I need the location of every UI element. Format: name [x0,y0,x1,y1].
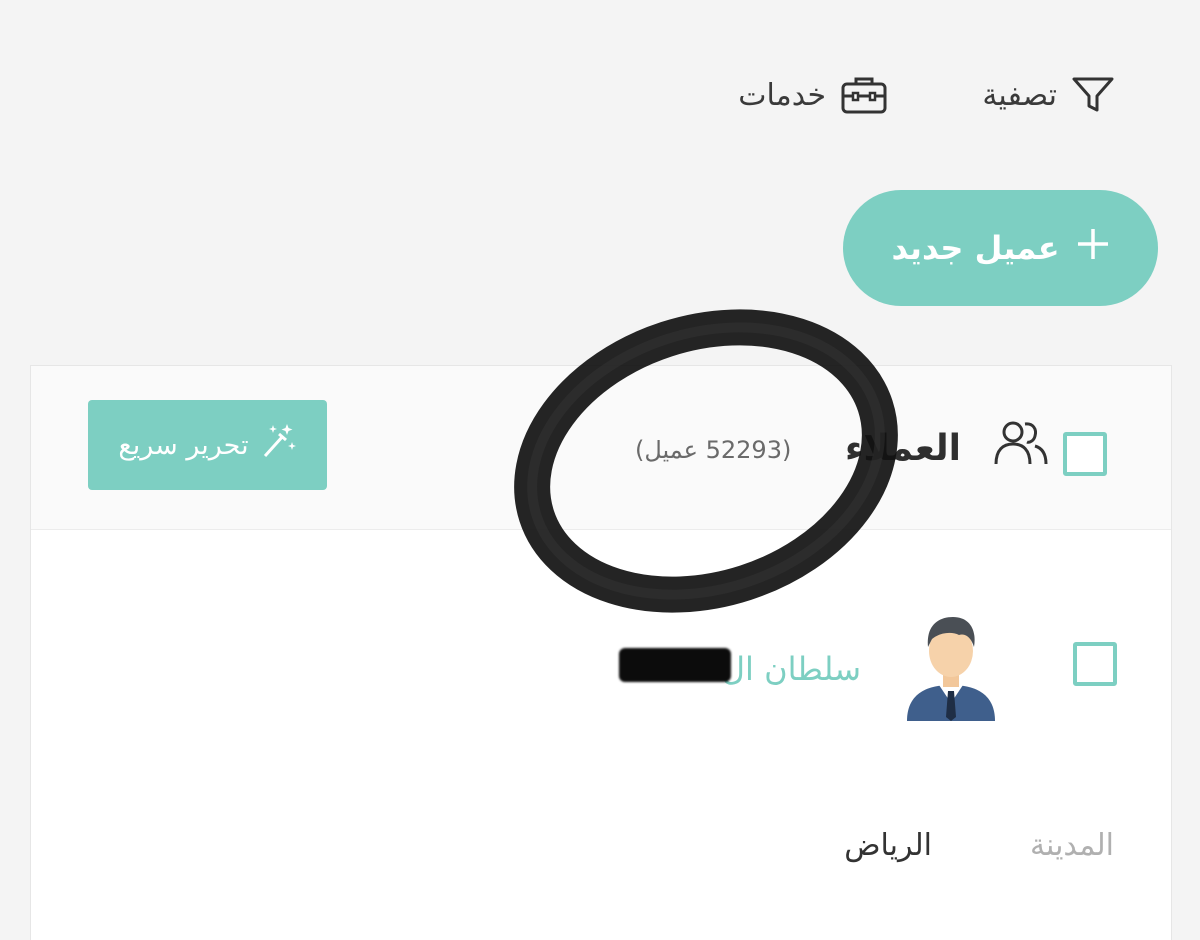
services-button[interactable]: خدمات [738,70,888,120]
city-label: المدينة [1029,828,1114,863]
avatar [901,611,1001,727]
users-icon [991,416,1051,474]
city-value: الرياض [844,828,932,863]
services-label: خدمات [738,77,826,113]
clients-title: العملاء [844,428,961,469]
select-all-checkbox[interactable] [1063,432,1107,476]
new-client-button[interactable]: عميل جديد [843,190,1158,306]
plus-icon [1076,227,1110,269]
filter-label: تصفية [982,77,1057,113]
filter-icon [1071,75,1115,115]
clients-card: العملاء (52293 عميل) تحرير سريع سلطان ال… [30,309,1172,940]
clients-page: تصفية خدمات عميل جديد العملاء (52293 عمي… [0,0,1200,940]
clients-card-header: العملاء (52293 عميل) تحرير سريع [31,366,1171,530]
magic-wand-icon [259,422,297,469]
clients-count: (52293 عميل) [635,436,792,464]
new-client-label: عميل جديد [891,229,1060,267]
quick-edit-label: تحرير سريع [118,429,249,461]
briefcase-icon [840,74,888,116]
quick-edit-button[interactable]: تحرير سريع [88,400,327,490]
client-row-checkbox[interactable] [1073,642,1117,686]
name-redaction [619,648,731,682]
client-name-link[interactable]: سلطان ال [722,650,861,688]
filter-button[interactable]: تصفية [982,70,1115,120]
